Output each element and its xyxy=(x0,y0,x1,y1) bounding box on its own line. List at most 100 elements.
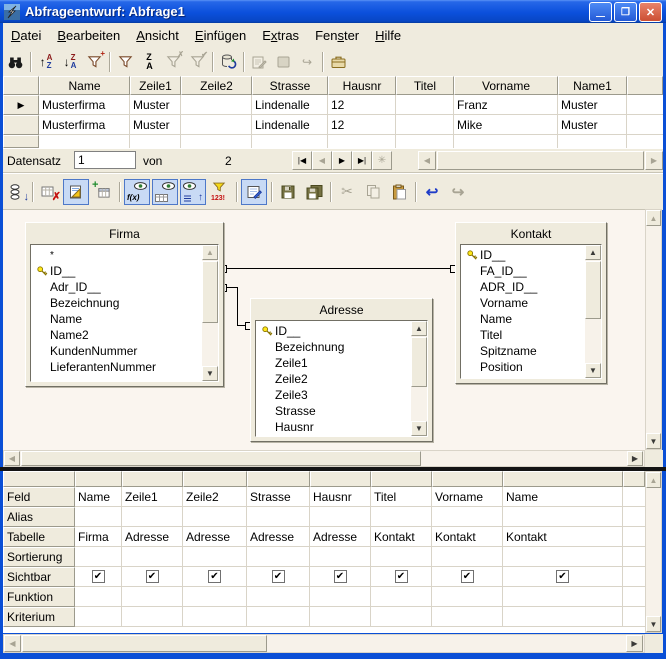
grid-cell[interactable] xyxy=(247,607,310,627)
grid-cell[interactable] xyxy=(75,507,122,527)
design-table-adresse[interactable]: Adresse ID__ Bezeichnung Zeile1 Zeile2 Z… xyxy=(250,298,433,442)
grid-cell[interactable] xyxy=(310,607,371,627)
filter-button[interactable] xyxy=(114,51,136,73)
row-header[interactable]: Tabelle xyxy=(3,527,75,547)
grid-cell[interactable]: Adresse xyxy=(183,527,247,547)
grid-cell[interactable] xyxy=(122,507,183,527)
column-selector[interactable] xyxy=(247,471,310,487)
grid-cell[interactable]: Name xyxy=(503,487,623,507)
field-item[interactable]: Hausnr xyxy=(256,419,427,435)
scroll-thumb[interactable] xyxy=(21,451,421,466)
datasheet-scroll-thumb[interactable] xyxy=(437,151,644,170)
filter-add-button[interactable]: + xyxy=(83,51,105,73)
maximize-button[interactable]: ❐ xyxy=(614,2,637,22)
table-title[interactable]: Firma xyxy=(26,223,223,244)
column-header[interactable]: Hausnr xyxy=(328,76,396,95)
canvas-hscrollbar[interactable]: ◀ ▶ xyxy=(3,450,645,467)
grid-cell[interactable]: Muster xyxy=(130,115,181,135)
grid-cell[interactable] xyxy=(310,587,371,607)
grid-cell[interactable] xyxy=(122,607,183,627)
goto-record-button[interactable]: ↪ xyxy=(296,51,318,73)
menu-datei[interactable]: Datei xyxy=(3,25,49,46)
grid-cell[interactable] xyxy=(122,587,183,607)
design-table-firma[interactable]: Firma * ID__ Adr_ID__ Bezeichnung Name N… xyxy=(25,222,224,387)
menu-extras[interactable]: Extras xyxy=(254,25,307,46)
scroll-up-button[interactable]: ▲ xyxy=(202,245,218,260)
grid-cell[interactable]: Adresse xyxy=(310,527,371,547)
grid-cell[interactable]: 12 xyxy=(328,115,396,135)
previous-record-button[interactable]: ◀ xyxy=(312,151,332,170)
titlebar[interactable]: Abfrageentwurf: Abfrage1 — ❐ ✕ xyxy=(0,0,666,23)
grid-cell[interactable]: Zeile1 xyxy=(122,487,183,507)
grid-cell[interactable] xyxy=(247,507,310,527)
scroll-down-button[interactable]: ▼ xyxy=(646,616,661,632)
grid-cell[interactable]: Musterfirma xyxy=(39,115,130,135)
column-selector[interactable] xyxy=(503,471,623,487)
column-header[interactable]: Titel xyxy=(396,76,454,95)
grid-cell[interactable] xyxy=(503,587,623,607)
filter-apply-button[interactable]: ✔ xyxy=(186,51,208,73)
grid-cell[interactable]: Franz xyxy=(454,95,558,115)
scroll-up-button[interactable]: ▲ xyxy=(646,210,661,226)
scroll-up-button[interactable]: ▲ xyxy=(646,472,661,488)
distinct-values-button[interactable]: ↑ xyxy=(180,179,206,205)
grid-cell[interactable] xyxy=(75,547,122,567)
field-item[interactable]: Zeile2 xyxy=(256,371,427,387)
row-header[interactable]: Sortierung xyxy=(3,547,75,567)
scroll-right-button[interactable]: ▶ xyxy=(626,635,643,652)
sort-za-button[interactable]: ZA xyxy=(138,51,160,73)
grid-cell[interactable] xyxy=(371,507,432,527)
scroll-down-button[interactable]: ▼ xyxy=(202,366,218,381)
save-button[interactable] xyxy=(276,180,300,204)
column-selector[interactable] xyxy=(310,471,371,487)
grid-cell[interactable]: Titel xyxy=(371,487,432,507)
column-header[interactable]: Zeile2 xyxy=(181,76,252,95)
new-record-button[interactable]: ✳ xyxy=(372,151,392,170)
grid-cell[interactable] xyxy=(183,587,247,607)
column-selector[interactable] xyxy=(183,471,247,487)
select-all-corner[interactable] xyxy=(3,76,39,95)
scroll-down-button[interactable]: ▼ xyxy=(585,363,601,378)
grid-cell[interactable] xyxy=(432,587,503,607)
column-selector[interactable] xyxy=(122,471,183,487)
scroll-thumb[interactable] xyxy=(585,261,601,319)
grid-cell[interactable] xyxy=(247,587,310,607)
row-header[interactable]: Sichtbar xyxy=(3,567,75,587)
scroll-right-button[interactable]: ▶ xyxy=(627,451,643,466)
scroll-up-button[interactable]: ▲ xyxy=(585,245,601,260)
grid-cell[interactable]: Kontakt xyxy=(371,527,432,547)
edit-record-button[interactable] xyxy=(248,51,270,73)
grid-cell[interactable] xyxy=(183,607,247,627)
field-item[interactable]: FA_ID__ xyxy=(461,263,601,279)
filter-remove-button[interactable]: ✗ xyxy=(162,51,184,73)
grid-cell[interactable] xyxy=(310,547,371,567)
visible-checkbox[interactable]: ✔ xyxy=(92,570,105,583)
grid-cell[interactable] xyxy=(181,95,252,115)
column-header[interactable]: Zeile1 xyxy=(130,76,181,95)
row-selector[interactable]: ▶ xyxy=(3,95,39,115)
grid-cell[interactable] xyxy=(122,547,183,567)
grid-cell[interactable]: Muster xyxy=(558,95,627,115)
cut-button[interactable]: ✂ xyxy=(335,180,359,204)
design-table-kontakt[interactable]: Kontakt ID__ FA_ID__ ADR_ID__ Vorname Na… xyxy=(455,222,607,384)
grid-cell[interactable]: Firma xyxy=(75,527,122,547)
field-item[interactable]: Vorname xyxy=(461,295,601,311)
visible-checkbox[interactable]: ✔ xyxy=(272,570,285,583)
grid-cell[interactable] xyxy=(503,547,623,567)
row-selector[interactable] xyxy=(3,135,39,148)
grid-cell[interactable]: Muster xyxy=(558,115,627,135)
field-item[interactable]: LieferantenNummer xyxy=(31,359,218,375)
visible-checkbox[interactable]: ✔ xyxy=(146,570,159,583)
grid-cell[interactable] xyxy=(183,507,247,527)
field-item[interactable]: Strasse xyxy=(256,403,427,419)
menu-bearbeiten[interactable]: Bearbeiten xyxy=(49,25,128,46)
table-title[interactable]: Kontakt xyxy=(456,223,606,244)
grid-cell[interactable] xyxy=(75,607,122,627)
row-header[interactable]: Funktion xyxy=(3,587,75,607)
grid-cell[interactable]: Muster xyxy=(130,95,181,115)
field-list-scrollbar[interactable]: ▲ ▼ xyxy=(585,245,601,378)
sort-ascending-button[interactable]: ↑ AZ xyxy=(35,51,57,73)
field-list-scrollbar[interactable]: ▲ ▼ xyxy=(202,245,218,381)
visible-checkbox[interactable]: ✔ xyxy=(556,570,569,583)
grid-cell[interactable]: 12 xyxy=(328,95,396,115)
